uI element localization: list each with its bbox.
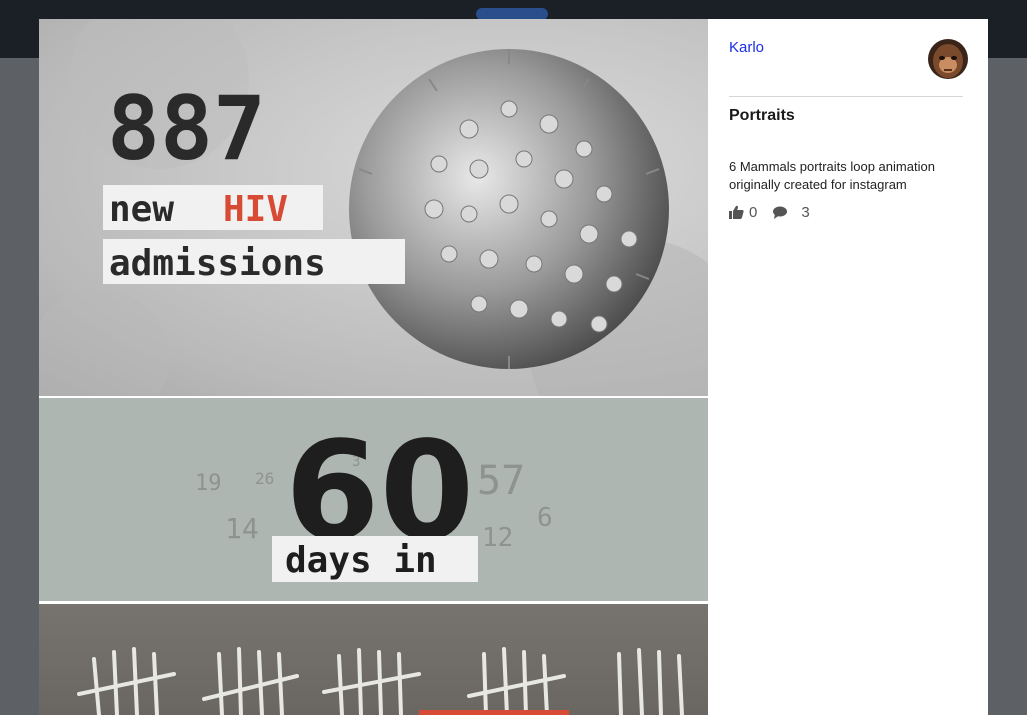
- days-subtitle: days in: [285, 540, 437, 581]
- hiv-line2: admissions: [109, 243, 326, 284]
- author-link[interactable]: Karlo: [729, 39, 764, 56]
- project-media: 887 new HIV admissions 19 26 3 57 14 12 …: [39, 19, 708, 715]
- tally-number: 57: [477, 458, 525, 504]
- project-info-panel: Karlo Portraits 6 Mammals portraits loop…: [708, 19, 988, 715]
- comment-count: 3: [801, 203, 810, 221]
- project-image-hiv-admissions: 887 new HIV admissions: [39, 19, 708, 459]
- virus-illustration: 887 new HIV admissions: [39, 19, 708, 459]
- like-count: 0: [749, 203, 758, 221]
- like-button[interactable]: 0: [729, 204, 757, 221]
- tally-number: 26: [255, 469, 274, 488]
- avatar-image: [928, 39, 968, 79]
- project-image-60-days: 19 26 3 57 14 12 6 60 days in: [39, 398, 708, 601]
- hiv-line-prefix: new: [109, 189, 174, 230]
- comment-button[interactable]: 3: [773, 203, 810, 221]
- author-avatar[interactable]: [928, 39, 968, 79]
- divider: [729, 96, 963, 97]
- tally-number: 19: [195, 471, 222, 496]
- comment-icon: [773, 206, 788, 219]
- project-title: Portraits: [729, 107, 795, 124]
- project-description: 6 Mammals portraits loop animation origi…: [729, 159, 935, 192]
- tally-illustration: [77, 647, 684, 715]
- tally-number: 12: [482, 523, 513, 553]
- tally-number: 6: [537, 503, 553, 533]
- thumbs-up-icon: [729, 205, 744, 219]
- tally-number: 14: [225, 512, 259, 545]
- project-modal: 887 new HIV admissions 19 26 3 57 14 12 …: [39, 19, 988, 715]
- hiv-highlight: HIV: [223, 189, 288, 230]
- hiv-count: 887: [107, 77, 266, 180]
- project-stats: 0 3: [729, 202, 810, 222]
- calendar-illustration: 19 26 3 57 14 12 6 60 days in: [195, 413, 553, 582]
- project-image-tally-marks: [39, 604, 708, 715]
